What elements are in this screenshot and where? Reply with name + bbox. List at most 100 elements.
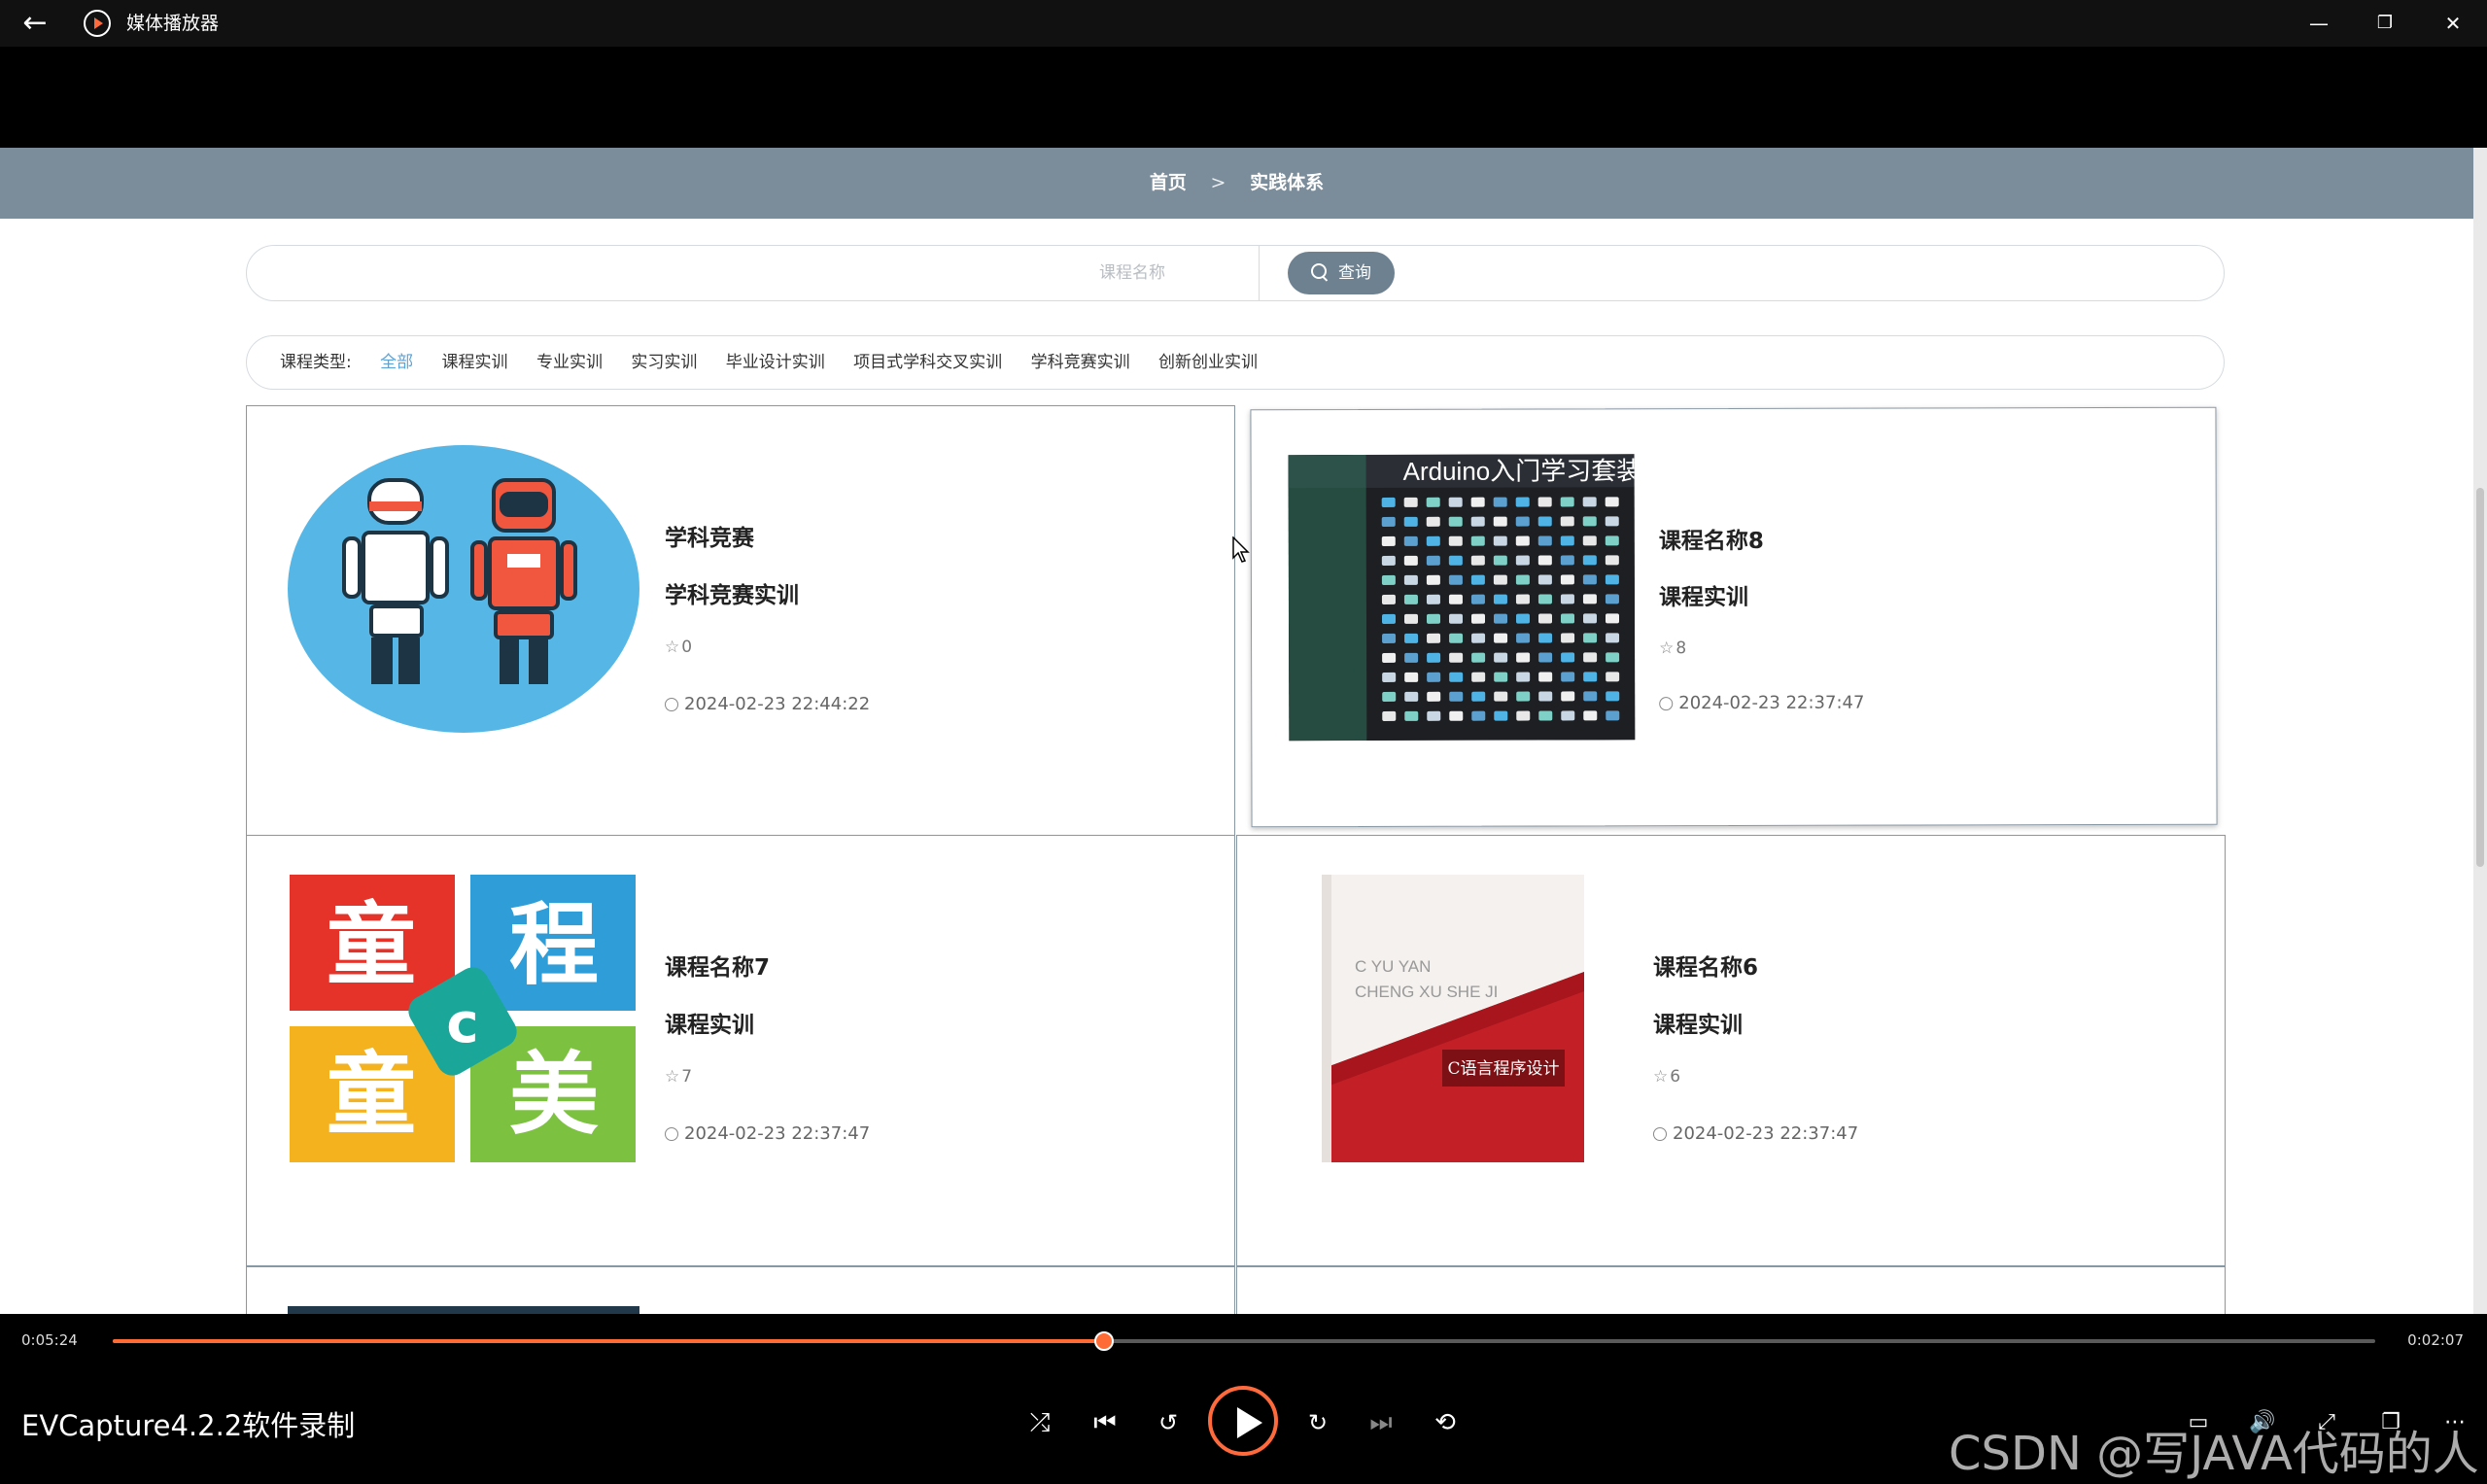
- clock-icon: [665, 1127, 678, 1141]
- seek-bar-thumb[interactable]: [1093, 1331, 1114, 1351]
- course-type: 课程实训: [1653, 1013, 1743, 1038]
- seek-bar-progress: [113, 1339, 1104, 1343]
- next-icon[interactable]: ⏭: [1360, 1401, 1402, 1444]
- shuffle-icon[interactable]: ⤮: [1019, 1401, 1061, 1444]
- restore-button[interactable]: ❐: [2356, 0, 2414, 47]
- book-pinyin-line2: CHENG XU SHE JI: [1355, 983, 1498, 1001]
- previous-icon[interactable]: ⏮: [1084, 1401, 1126, 1444]
- duration-time: 0:02:07: [2407, 1331, 2464, 1349]
- clock-icon: [665, 698, 678, 711]
- course-thumbnail: [288, 1306, 639, 1314]
- filter-option-all[interactable]: 全部: [380, 353, 413, 372]
- course-thumbnail: 童 程 童 美 c: [290, 875, 636, 1162]
- current-time: 0:05:24: [21, 1331, 78, 1349]
- search-button-label: 查询: [1338, 263, 1371, 283]
- course-card[interactable]: [1236, 1266, 2226, 1314]
- play-button[interactable]: [1208, 1386, 1278, 1456]
- star-icon: [665, 638, 681, 657]
- seek-bar[interactable]: [113, 1331, 2375, 1351]
- course-name-search-input[interactable]: [247, 246, 1260, 300]
- mouse-cursor-icon: [1232, 536, 1250, 563]
- kit-title-text: Arduino入门学习套装: [1403, 456, 1636, 486]
- player-controls: 0:05:24 0:02:07 EVCapture4.2.2软件录制 ⤮ ⏮ ↺…: [0, 1314, 2487, 1484]
- video-frame[interactable]: 首页 > 实践体系 查询 课程类型: 全部 课程实训 专业实训 实习实训 毕业设…: [0, 148, 2473, 1314]
- course-thumbnail: [288, 445, 639, 733]
- likes-count: 6: [1670, 1067, 1681, 1087]
- course-name[interactable]: 课程名称7: [665, 949, 770, 982]
- course-likes[interactable]: 0: [665, 638, 692, 657]
- breadcrumb-current: 实践体系: [1250, 172, 1325, 193]
- c-programming-book-icon: C YU YAN CHENG XU SHE JI C语言程序设计: [1322, 875, 1584, 1162]
- course-time: 2024-02-23 22:37:47: [665, 1123, 870, 1144]
- logo-char-d: 美: [509, 1043, 599, 1147]
- course-type-filter: 课程类型: 全部 课程实训 专业实训 实习实训 毕业设计实训 项目式学科交叉实训…: [246, 335, 2225, 390]
- breadcrumb: 首页 > 实践体系: [0, 148, 2473, 219]
- likes-count: 7: [681, 1067, 693, 1087]
- csdn-watermark: CSDN @写JAVA代码的人: [1949, 1427, 2479, 1481]
- course-name[interactable]: 课程名称6: [1653, 949, 1758, 982]
- filter-label: 课程类型:: [280, 353, 352, 372]
- course-name[interactable]: 学科竞赛: [665, 519, 754, 552]
- course-type: 课程实训: [665, 1013, 754, 1038]
- repeat-off-icon[interactable]: ⟲: [1424, 1401, 1467, 1444]
- minimize-button[interactable]: —: [2290, 0, 2348, 47]
- course-likes[interactable]: 8: [1659, 638, 1686, 658]
- book-pinyin-line1: C YU YAN: [1355, 957, 1431, 976]
- search-icon: [1311, 263, 1327, 279]
- course-card[interactable]: 学科竞赛 学科竞赛实训 0 2024-02-23 22:44:22: [246, 405, 1235, 837]
- likes-count: 0: [681, 638, 693, 657]
- course-timestamp: 2024-02-23 22:37:47: [1673, 1123, 1859, 1144]
- svg-text:c: c: [446, 992, 478, 1055]
- course-likes[interactable]: 7: [665, 1067, 692, 1087]
- course-type: 学科竞赛实训: [665, 583, 799, 608]
- course-time: 2024-02-23 22:44:22: [665, 694, 870, 714]
- course-card[interactable]: [246, 1266, 1235, 1314]
- recording-label: EVCapture4.2.2软件录制: [21, 1409, 356, 1442]
- course-card[interactable]: 童 程 童 美 c 课程名称7 课程实训 7 2024-02-23 22:37:…: [246, 835, 1235, 1266]
- filter-option-internship-training[interactable]: 实习实训: [631, 353, 697, 372]
- book-title-text: C语言程序设计: [1447, 1059, 1559, 1079]
- search-button[interactable]: 查询: [1288, 252, 1395, 294]
- breadcrumb-home[interactable]: 首页: [1150, 172, 1187, 193]
- course-timestamp: 2024-02-23 22:44:22: [684, 694, 871, 714]
- logo-char-a: 童: [327, 893, 416, 997]
- course-thumbnail: Arduino入门学习套装: [1288, 454, 1636, 742]
- forward-30-icon[interactable]: ↻: [1296, 1401, 1339, 1444]
- filter-option-innovation[interactable]: 创新创业实训: [1158, 353, 1258, 372]
- arduino-kit-photo-icon: Arduino入门学习套装: [1288, 454, 1636, 742]
- back-arrow-icon[interactable]: ←: [17, 6, 52, 41]
- star-icon: [1659, 638, 1675, 658]
- filter-option-interdisciplinary[interactable]: 项目式学科交叉实训: [853, 353, 1002, 372]
- window-title: 媒体播放器: [126, 13, 220, 34]
- rewind-10-icon[interactable]: ↺: [1147, 1401, 1190, 1444]
- course-name[interactable]: 课程名称8: [1659, 522, 1764, 555]
- filter-option-course-training[interactable]: 课程实训: [442, 353, 508, 372]
- filter-option-graduation-design[interactable]: 毕业设计实训: [726, 353, 825, 372]
- star-icon: [1653, 1067, 1670, 1087]
- page-scrollbar[interactable]: [2473, 148, 2487, 1314]
- clock-icon: [1653, 1127, 1667, 1141]
- course-type: 课程实训: [1658, 584, 1748, 611]
- course-timestamp: 2024-02-23 22:37:47: [1678, 692, 1865, 714]
- robots-illustration-icon: [288, 445, 639, 733]
- likes-count: 8: [1675, 638, 1687, 659]
- course-timestamp: 2024-02-23 22:37:47: [684, 1123, 871, 1144]
- course-card[interactable]: C YU YAN CHENG XU SHE JI C语言程序设计 课程名称6 课…: [1236, 835, 2226, 1266]
- search-bar: 查询: [246, 245, 2225, 301]
- star-icon: [665, 1067, 681, 1087]
- scrollbar-thumb[interactable]: [2476, 488, 2484, 867]
- clock-icon: [1659, 697, 1674, 711]
- filter-option-major-training[interactable]: 专业实训: [536, 353, 603, 372]
- course-time: 2024-02-23 22:37:47: [1659, 693, 1864, 714]
- course-thumbnail: C YU YAN CHENG XU SHE JI C语言程序设计: [1322, 875, 1584, 1162]
- close-button[interactable]: ✕: [2424, 0, 2482, 47]
- logo-char-c: 童: [327, 1043, 416, 1147]
- tongcheng-logo-icon: 童 程 童 美 c: [290, 875, 636, 1162]
- breadcrumb-separator: >: [1210, 172, 1226, 193]
- title-bar: ← 媒体播放器 — ❐ ✕: [0, 0, 2487, 47]
- course-time: 2024-02-23 22:37:47: [1653, 1123, 1858, 1144]
- course-card[interactable]: Arduino入门学习套装 课程名称8 课程实训 8 2024-02-23 22…: [1250, 406, 2218, 828]
- logo-char-b: 程: [509, 893, 599, 997]
- course-likes[interactable]: 6: [1653, 1067, 1680, 1087]
- filter-option-competition[interactable]: 学科竞赛实训: [1031, 353, 1130, 372]
